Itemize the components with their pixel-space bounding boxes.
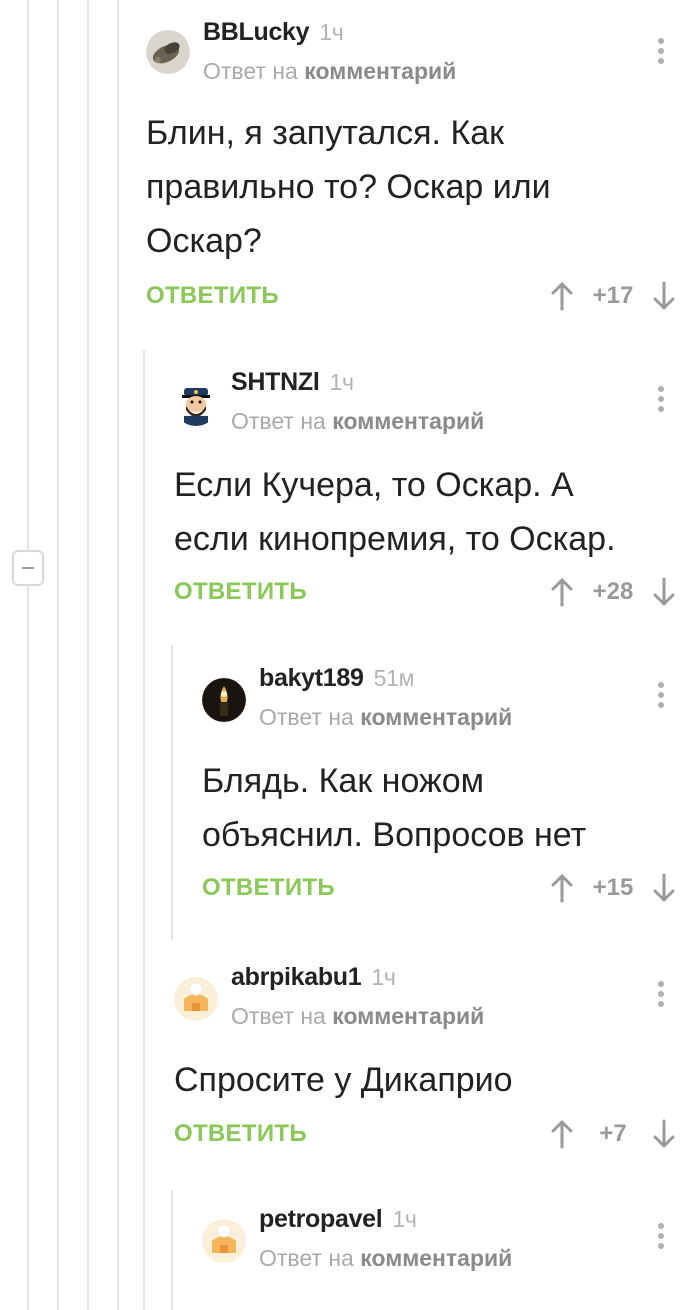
reply-to-prefix: Ответ на [259,704,354,730]
captain-avatar-icon [174,382,218,426]
comment-username[interactable]: bakyt189 51м [259,664,414,693]
username-text[interactable]: petropavel [259,1205,383,1233]
reply-to-label: Ответ на комментарий [231,408,484,435]
comment-menu-icon[interactable] [656,38,666,70]
comment-body: Блин, я запутался. Как правильно то? Оск… [146,114,551,260]
reply-button[interactable]: ОТВЕТИТЬ [202,874,335,902]
arrow-up-icon[interactable] [550,281,574,311]
reply-to-prefix: Ответ на [259,1245,354,1271]
thread-line [117,0,119,1310]
reply-to-prefix: Ответ на [231,408,326,434]
reply-to-label: Ответ на комментарий [231,1003,484,1030]
collapse-thread-button[interactable] [12,550,44,586]
comment-body: Блядь. Как ножом объяснил. Вопросов нет [202,762,587,854]
username-text[interactable]: bakyt189 [259,664,364,692]
user-avatar[interactable] [202,678,246,722]
reply-to-link[interactable]: комментарий [360,1245,512,1271]
comment: abrpikabu1 1ч Ответ на комментарий Спроси… [168,963,700,1165]
reply-to-label: Ответ на комментарий [259,704,512,731]
comment: SHTNZl 1ч Ответ на комментарий Если Кучер… [168,368,700,630]
reply-to-label: Ответ на комментарий [203,58,456,85]
comment: bakyt189 51м Ответ на комментарий Блядь. … [196,664,700,926]
thread-line [171,1190,173,1310]
arrow-down-icon[interactable] [652,1119,676,1149]
comments-page: BBLucky 1ч Ответ на комментарий Блин, я з… [0,0,700,1310]
reply-button[interactable]: ОТВЕТИТЬ [174,1120,307,1148]
reply-to-prefix: Ответ на [203,58,298,84]
arrow-down-icon[interactable] [652,281,676,311]
thread-line [27,0,29,1310]
comment-menu-icon[interactable] [656,386,666,418]
vote-controls: +7 [550,1118,676,1150]
comment-time: 1ч [319,19,344,45]
reply-to-label: Ответ на комментарий [259,1245,512,1272]
thread-line [57,0,59,1310]
comment-menu-icon[interactable] [656,682,666,714]
vote-controls: +28 [550,576,676,608]
user-avatar[interactable] [174,977,218,1021]
comment-body: Спросите у Дикаприо [174,1061,513,1099]
arrow-down-icon[interactable] [652,577,676,607]
thread-line [171,645,173,940]
comment-username[interactable]: BBLucky 1ч [203,18,344,47]
default-avatar-icon [174,977,218,1021]
user-avatar[interactable] [146,30,190,74]
reply-button[interactable]: ОТВЕТИТЬ [146,282,279,310]
comment: petropavel 1ч Ответ на комментарий [196,1205,700,1310]
reply-to-link[interactable]: комментарий [332,408,484,434]
comment-rating: +17 [592,282,634,309]
dark-avatar-icon [202,678,246,722]
comment-username[interactable]: petropavel 1ч [259,1205,417,1234]
comment-menu-icon[interactable] [656,981,666,1013]
reply-to-link[interactable]: комментарий [304,58,456,84]
username-text[interactable]: abrpikabu1 [231,963,362,991]
comment: BBLucky 1ч Ответ на комментарий Блин, я з… [140,18,700,326]
comment-username[interactable]: SHTNZl 1ч [231,368,354,397]
reply-to-link[interactable]: комментарий [332,1003,484,1029]
comment-rating: +7 [599,1120,627,1147]
comment-time: 1ч [329,369,354,395]
username-text[interactable]: BBLucky [203,18,310,46]
username-text[interactable]: SHTNZl [231,368,320,396]
comment-rating: +28 [592,578,634,605]
comment-rating: +15 [592,874,634,901]
comment-time: 51м [373,665,415,691]
photo-avatar-icon [146,30,190,74]
comment-time: 1ч [371,964,396,990]
arrow-up-icon[interactable] [550,577,574,607]
reply-to-link[interactable]: комментарий [360,704,512,730]
vote-controls: +17 [550,280,676,312]
default-avatar-icon [202,1219,246,1263]
thread-line [143,350,145,1310]
comment-username[interactable]: abrpikabu1 1ч [231,963,396,992]
arrow-up-icon[interactable] [550,873,574,903]
user-avatar[interactable] [202,1219,246,1263]
reply-button[interactable]: ОТВЕТИТЬ [174,578,307,606]
vote-controls: +15 [550,872,676,904]
comment-body: Если Кучера, то Оскар. А если кинопремия… [174,466,616,558]
reply-to-prefix: Ответ на [231,1003,326,1029]
arrow-down-icon[interactable] [652,873,676,903]
arrow-up-icon[interactable] [550,1119,574,1149]
thread-line [87,0,89,1310]
user-avatar[interactable] [174,382,218,426]
comment-menu-icon[interactable] [656,1223,666,1255]
comment-time: 1ч [392,1206,417,1232]
